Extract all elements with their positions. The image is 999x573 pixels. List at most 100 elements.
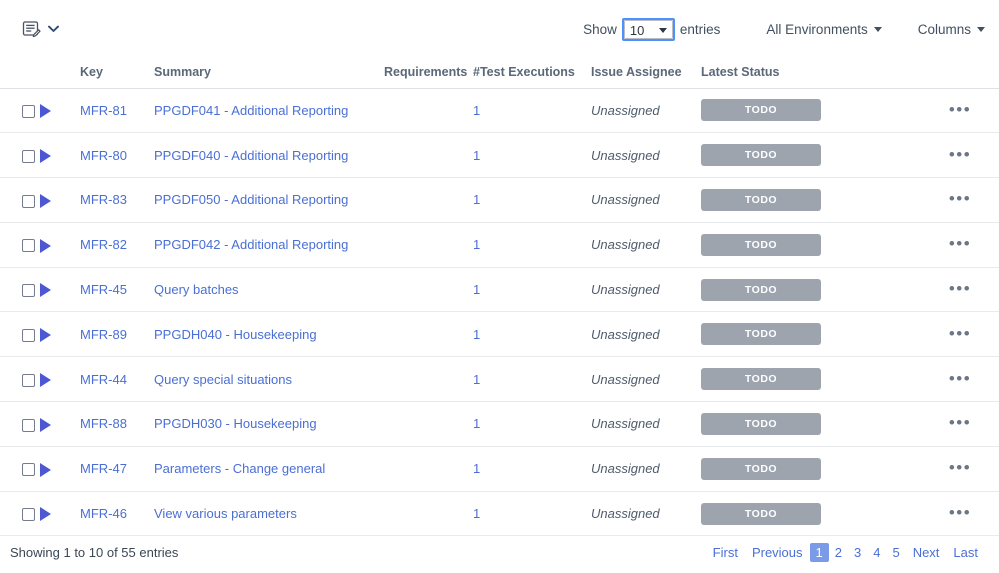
more-actions-icon[interactable]: •••	[921, 280, 999, 297]
more-actions-icon[interactable]: •••	[921, 325, 999, 342]
issue-summary-link[interactable]: PPGDH040 - Housekeeping	[154, 327, 317, 342]
execute-test-icon[interactable]	[40, 238, 51, 253]
more-actions-icon[interactable]: •••	[921, 190, 999, 207]
test-executions-count-link[interactable]: 1	[473, 148, 480, 163]
issue-key-link[interactable]: MFR-46	[80, 506, 127, 521]
row-checkbox[interactable]	[22, 284, 35, 298]
row-checkbox[interactable]	[22, 463, 35, 477]
status-badge[interactable]: TODO	[701, 457, 821, 480]
more-actions-icon[interactable]: •••	[921, 414, 999, 431]
row-play-cell	[40, 401, 80, 447]
execute-test-icon[interactable]	[40, 104, 51, 119]
issue-summary-link[interactable]: PPGDH030 - Housekeeping	[154, 416, 317, 431]
issue-summary-link[interactable]: PPGDF041 - Additional Reporting	[154, 103, 348, 118]
status-badge[interactable]: TODO	[701, 412, 821, 435]
test-executions-count-link[interactable]: 1	[473, 282, 480, 297]
pagination-last[interactable]: Last	[946, 543, 985, 562]
test-executions-count-link[interactable]: 1	[473, 327, 480, 342]
pagination-page-3[interactable]: 3	[848, 543, 867, 562]
more-actions-icon[interactable]: •••	[921, 459, 999, 476]
pagination-first[interactable]: First	[706, 543, 745, 562]
all-environments-dropdown[interactable]: All Environments	[766, 22, 882, 37]
issue-key-link[interactable]: MFR-89	[80, 327, 127, 342]
status-badge[interactable]: TODO	[701, 502, 821, 525]
row-checkbox[interactable]	[22, 149, 35, 163]
issue-summary-link[interactable]: PPGDF050 - Additional Reporting	[154, 192, 348, 207]
test-executions-count-link[interactable]: 1	[473, 237, 480, 252]
more-actions-icon[interactable]: •••	[921, 504, 999, 521]
show-label: Show	[583, 21, 617, 37]
row-checkbox[interactable]	[22, 373, 35, 387]
issue-summary-link[interactable]: PPGDF040 - Additional Reporting	[154, 148, 348, 163]
row-checkbox[interactable]	[22, 328, 35, 342]
entries-select-wrapper[interactable]: 102550100	[621, 17, 675, 41]
row-status-cell: TODO	[701, 401, 921, 447]
row-checkbox[interactable]	[22, 418, 35, 432]
issue-key-link[interactable]: MFR-47	[80, 461, 127, 476]
issue-summary-link[interactable]: Query batches	[154, 282, 239, 297]
more-actions-icon[interactable]: •••	[921, 370, 999, 387]
row-requirements-cell	[384, 401, 473, 447]
header-test-executions[interactable]: #Test Executions	[473, 58, 591, 89]
issue-key-link[interactable]: MFR-88	[80, 416, 127, 431]
execute-test-icon[interactable]	[40, 462, 51, 477]
header-requirements[interactable]: Requirements	[384, 58, 473, 89]
execute-test-icon[interactable]	[40, 328, 51, 343]
status-badge[interactable]: TODO	[701, 233, 821, 256]
pagination-page-5[interactable]: 5	[886, 543, 905, 562]
execute-test-icon[interactable]	[40, 507, 51, 522]
row-checkbox[interactable]	[22, 239, 35, 253]
row-summary-cell: Query batches	[154, 267, 384, 313]
execute-test-icon[interactable]	[40, 193, 51, 208]
assignee-value: Unassigned	[591, 371, 660, 387]
issue-key-link[interactable]: MFR-80	[80, 148, 127, 163]
table-footer: Showing 1 to 10 of 55 entries First Previ…	[0, 536, 999, 569]
test-executions-count-link[interactable]: 1	[473, 372, 480, 387]
pagination-page-1[interactable]: 1	[809, 543, 829, 563]
issue-key-link[interactable]: MFR-44	[80, 372, 127, 387]
execute-test-icon[interactable]	[40, 283, 51, 298]
status-badge[interactable]: TODO	[701, 368, 821, 391]
pagination-page-4[interactable]: 4	[867, 543, 886, 562]
pagination-next[interactable]: Next	[906, 543, 947, 562]
execute-test-icon[interactable]	[40, 417, 51, 432]
header-summary[interactable]: Summary	[154, 58, 384, 89]
bulk-edit-button[interactable]	[22, 20, 59, 39]
test-executions-count-link[interactable]: 1	[473, 506, 480, 521]
status-badge[interactable]: TODO	[701, 144, 821, 167]
execute-test-icon[interactable]	[40, 372, 51, 387]
more-actions-icon[interactable]: •••	[921, 146, 999, 163]
row-checkbox[interactable]	[22, 194, 35, 208]
columns-dropdown[interactable]: Columns	[918, 22, 985, 37]
header-issue-assignee[interactable]: Issue Assignee	[591, 58, 701, 89]
issue-summary-link[interactable]: View various parameters	[154, 506, 297, 521]
status-badge[interactable]: TODO	[701, 323, 821, 346]
issue-summary-link[interactable]: Query special situations	[154, 372, 292, 387]
pagination-page-2[interactable]: 2	[829, 543, 848, 562]
execute-test-icon[interactable]	[40, 148, 51, 163]
more-actions-icon[interactable]: •••	[921, 101, 999, 118]
pagination-previous[interactable]: Previous	[745, 543, 810, 562]
header-latest-status[interactable]: Latest Status	[701, 58, 921, 89]
test-executions-count-link[interactable]: 1	[473, 461, 480, 476]
status-badge[interactable]: TODO	[701, 188, 821, 211]
status-badge[interactable]: TODO	[701, 278, 821, 301]
issue-summary-link[interactable]: PPGDF042 - Additional Reporting	[154, 237, 348, 252]
issue-key-link[interactable]: MFR-45	[80, 282, 127, 297]
header-key[interactable]: Key	[80, 58, 154, 89]
row-requirements-cell	[384, 177, 473, 223]
row-checkbox[interactable]	[22, 104, 35, 118]
entries-select[interactable]: 102550100	[623, 19, 673, 39]
more-actions-icon[interactable]: •••	[921, 235, 999, 252]
assignee-value: Unassigned	[591, 416, 660, 432]
issue-key-link[interactable]: MFR-82	[80, 237, 127, 252]
issue-key-link[interactable]: MFR-81	[80, 103, 127, 118]
test-executions-count-link[interactable]: 1	[473, 103, 480, 118]
issue-summary-link[interactable]: Parameters - Change general	[154, 461, 325, 476]
row-requirements-cell	[384, 356, 473, 403]
issue-key-link[interactable]: MFR-83	[80, 192, 127, 207]
status-badge[interactable]: TODO	[701, 99, 821, 122]
test-executions-count-link[interactable]: 1	[473, 416, 480, 431]
test-executions-count-link[interactable]: 1	[473, 192, 480, 207]
row-checkbox[interactable]	[22, 508, 35, 522]
